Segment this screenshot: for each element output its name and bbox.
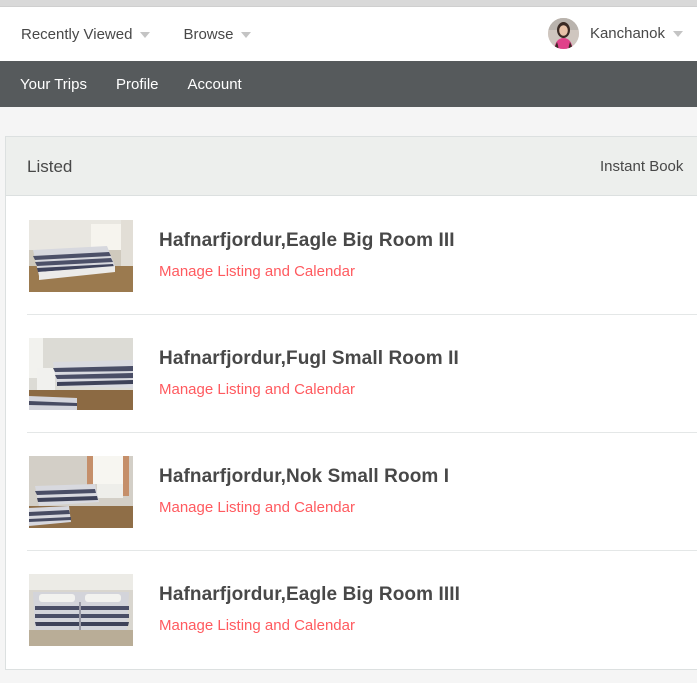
manage-listing-link[interactable]: Manage Listing and Calendar xyxy=(159,263,355,280)
listing-row: Hafnarfjordur,Eagle Big Room IIII Manage… xyxy=(27,551,697,669)
browse-dropdown[interactable]: Browse xyxy=(183,25,252,43)
listing-photo[interactable] xyxy=(29,338,133,410)
manage-listing-link[interactable]: Manage Listing and Calendar xyxy=(159,617,355,634)
listings-panel: Listed Instant Book Hafnarfjordur,Eagle … xyxy=(5,136,697,670)
nav-profile[interactable]: Profile xyxy=(116,76,159,93)
account-subnav: Your Trips Profile Account xyxy=(0,61,697,107)
recently-viewed-dropdown[interactable]: Recently Viewed xyxy=(21,25,151,43)
listing-row: Hafnarfjordur,Eagle Big Room III Manage … xyxy=(27,197,697,315)
chevron-down-icon xyxy=(673,31,683,37)
listing-title[interactable]: Hafnarfjordur,Eagle Big Room III xyxy=(159,230,455,252)
listings-panel-header: Listed Instant Book xyxy=(6,137,697,196)
listing-photo[interactable] xyxy=(29,574,133,646)
manage-listing-link[interactable]: Manage Listing and Calendar xyxy=(159,499,355,516)
nav-account[interactable]: Account xyxy=(188,76,242,93)
avatar xyxy=(547,18,579,49)
chevron-down-icon xyxy=(140,31,151,38)
listing-title[interactable]: Hafnarfjordur,Nok Small Room I xyxy=(159,466,449,488)
recently-viewed-label: Recently Viewed xyxy=(21,25,133,43)
user-name: Kanchanok xyxy=(589,25,665,42)
listing-photo[interactable] xyxy=(29,456,133,528)
browser-top-strip xyxy=(0,0,697,7)
manage-listing-link[interactable]: Manage Listing and Calendar xyxy=(159,381,355,398)
chevron-down-icon xyxy=(241,31,252,38)
user-menu[interactable]: Kanchanok xyxy=(547,18,683,49)
instant-book-link[interactable]: Instant Book xyxy=(600,158,683,175)
panel-title: Listed xyxy=(27,157,73,176)
listing-title[interactable]: Hafnarfjordur,Fugl Small Room II xyxy=(159,348,459,370)
nav-your-trips[interactable]: Your Trips xyxy=(20,76,87,93)
listing-photo[interactable] xyxy=(29,220,133,292)
browse-label: Browse xyxy=(183,25,234,43)
listing-title[interactable]: Hafnarfjordur,Eagle Big Room IIII xyxy=(159,584,460,606)
listing-row: Hafnarfjordur,Nok Small Room I Manage Li… xyxy=(27,433,697,551)
listing-row: Hafnarfjordur,Fugl Small Room II Manage … xyxy=(27,315,697,433)
top-header: Recently Viewed Browse Kanchanok xyxy=(0,7,697,61)
